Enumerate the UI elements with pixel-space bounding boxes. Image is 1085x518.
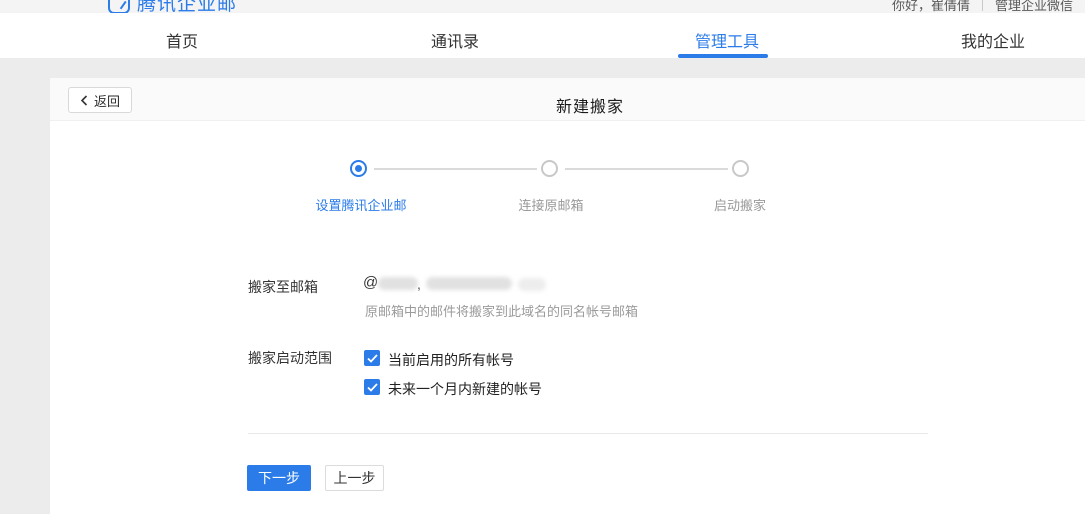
redacted-domain-separator: ,	[417, 276, 421, 292]
step-1-indicator	[350, 160, 367, 177]
step-3-label: 启动搬家	[714, 195, 766, 214]
field-label-scope: 搬家启动范围	[248, 348, 332, 368]
tab-home[interactable]: 首页	[166, 28, 198, 52]
checkbox-label-future-accounts[interactable]: 未来一个月内新建的帐号	[388, 379, 542, 399]
logo-text: 腾讯企业邮	[137, 0, 237, 13]
tab-contacts[interactable]: 通讯录	[431, 28, 479, 52]
step-1-dot	[355, 165, 362, 172]
back-button-label: 返回	[94, 91, 120, 110]
content-card	[50, 78, 1085, 514]
field-label-migrate-to: 搬家至邮箱	[248, 277, 318, 297]
user-greeting: 你好，崔倩倩	[892, 0, 970, 13]
step-2-label: 连接原邮箱	[518, 195, 583, 214]
tab-my-company[interactable]: 我的企业	[961, 28, 1025, 52]
top-bar: 腾讯企业邮 你好，崔倩倩 管理企业微信	[0, 0, 1085, 13]
manage-wecom-link[interactable]: 管理企业微信	[995, 0, 1073, 13]
logo: 腾讯企业邮	[108, 0, 237, 13]
checkbox-label-current-accounts[interactable]: 当前启用的所有帐号	[388, 350, 514, 370]
back-button[interactable]: 返回	[68, 87, 132, 113]
stepper-line-1	[374, 168, 537, 170]
stepper-line-2	[565, 168, 728, 170]
section-divider	[248, 433, 928, 434]
step-2-indicator	[541, 160, 558, 177]
checkbox-future-accounts[interactable]	[364, 379, 380, 395]
redacted-domain-part-3	[518, 278, 546, 291]
migrate-domain-hint: 原邮箱中的邮件将搬家到此域名的同名帐号邮箱	[365, 301, 638, 320]
topbar-divider	[982, 0, 983, 11]
exmail-logo-icon	[108, 0, 130, 13]
tab-admin-tools[interactable]: 管理工具	[695, 28, 759, 52]
migrate-domain-at: @	[363, 274, 378, 291]
check-icon	[367, 383, 378, 392]
check-icon	[367, 354, 378, 363]
next-step-button[interactable]: 下一步	[247, 465, 311, 491]
step-3-indicator	[732, 160, 749, 177]
checkbox-current-accounts[interactable]	[364, 350, 380, 366]
step-1-label: 设置腾讯企业邮	[315, 195, 406, 214]
prev-step-button[interactable]: 上一步	[325, 465, 384, 491]
redacted-domain-part-2	[426, 277, 512, 290]
back-chevron-icon	[80, 95, 88, 106]
screen: 腾讯企业邮 你好，崔倩倩 管理企业微信 首页 通讯录 管理工具 我的企业 返回 …	[0, 0, 1085, 518]
main-nav: 首页 通讯录 管理工具 我的企业	[0, 13, 1085, 58]
topbar-right: 你好，崔倩倩 管理企业微信	[892, 0, 1073, 13]
redacted-domain-part-1	[378, 277, 418, 290]
page-title: 新建搬家	[556, 93, 624, 117]
